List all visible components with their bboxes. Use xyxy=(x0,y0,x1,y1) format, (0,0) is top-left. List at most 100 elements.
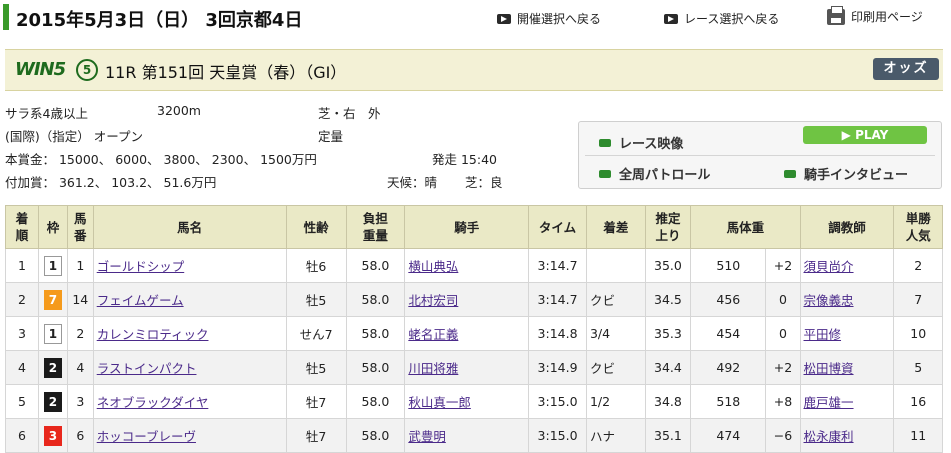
jockey-text[interactable]: 武豊明 xyxy=(408,429,446,444)
jockey-interview-link[interactable]: 騎手インタビュー xyxy=(784,164,908,183)
last-3f-text: 34.8 xyxy=(654,394,682,409)
weight-carried-text: 58.0 xyxy=(361,360,390,375)
jockey-text[interactable]: 横山典弘 xyxy=(408,259,458,274)
position-text: 4 xyxy=(18,360,26,375)
waku-cell: 7 xyxy=(38,282,68,317)
trainer-text[interactable]: 須貝尚介 xyxy=(804,259,854,274)
jockey-cell[interactable]: 蛯名正義 xyxy=(404,316,530,351)
horse-name-text[interactable]: フェイムゲーム xyxy=(97,293,184,308)
win5-leg-number: 5 xyxy=(76,59,98,81)
col-header-bodyweight: 馬体重 xyxy=(690,205,801,249)
sex-age-text: 牡5 xyxy=(305,293,327,308)
last-3f-text: 34.5 xyxy=(654,292,682,307)
jockey-cell[interactable]: 北村宏司 xyxy=(404,282,530,317)
weight-diff-text: 0 xyxy=(779,326,787,341)
trainer-text[interactable]: 鹿戸雄一 xyxy=(804,395,854,410)
arrow-icon xyxy=(664,13,678,24)
last-3f-cell: 34.8 xyxy=(644,384,692,419)
body-weight-text: 518 xyxy=(716,394,741,409)
horse-name-cell[interactable]: フェイムゲーム xyxy=(92,282,287,317)
weight-carried-text: 58.0 xyxy=(361,326,390,341)
trainer-text[interactable]: 松永康利 xyxy=(804,429,854,444)
jockey-interview-label: 騎手インタビュー xyxy=(804,168,909,183)
body-weight-text: 492 xyxy=(716,360,741,375)
margin-text: ハナ xyxy=(589,429,615,444)
patrol-video-link[interactable]: 全周パトロール xyxy=(599,164,710,183)
horse-name-text[interactable]: ネオブラックダイヤ xyxy=(97,395,209,410)
trainer-text[interactable]: 平田修 xyxy=(804,327,842,342)
trainer-cell[interactable]: 鹿戸雄一 xyxy=(799,384,895,419)
horse-name-text[interactable]: ゴールドシップ xyxy=(97,259,185,274)
body-weight-cell: 454 xyxy=(690,316,767,351)
jockey-text[interactable]: 秋山真一郎 xyxy=(408,395,471,410)
jockey-text[interactable]: 蛯名正義 xyxy=(408,327,458,342)
waku-cell: 3 xyxy=(38,418,68,453)
race-distance: 3200m xyxy=(157,103,201,118)
trainer-cell[interactable]: 須貝尚介 xyxy=(799,248,895,283)
position-text: 2 xyxy=(18,292,26,307)
page-title: 2015年5月3日（日） 3回京都4日 xyxy=(16,10,303,31)
waku-text: 3 xyxy=(43,425,62,446)
horse-name-text[interactable]: ラストインパクト xyxy=(97,361,197,376)
jockey-text[interactable]: 北村宏司 xyxy=(408,293,458,308)
sex-age-cell: 牡7 xyxy=(285,384,347,419)
weight-diff-cell: +8 xyxy=(765,384,801,419)
race-video-label: レース映像 xyxy=(619,137,684,152)
sex-age-cell: 牡6 xyxy=(285,248,347,283)
margin-text: クビ xyxy=(589,361,615,376)
weight-diff-text: +2 xyxy=(773,360,793,375)
last-3f-text: 35.3 xyxy=(654,326,682,341)
table-row: 5 2 3 ネオブラックダイヤ 牡7 58.0 秋山真一郎 3:15.0 1/2 34.8 518 +… xyxy=(4,384,943,419)
horse-name-text[interactable]: カレンミロティック xyxy=(97,327,209,342)
popularity-cell: 16 xyxy=(893,384,943,419)
weight-carried-cell: 58.0 xyxy=(345,350,406,385)
added-prize: 付加賞： 361.2、 103.2、 51.6万円 xyxy=(5,175,217,190)
back-to-meeting-link[interactable]: 開催選択へ戻る xyxy=(497,10,601,27)
table-row: 6 3 6 ホッコーブレーヴ 牡7 58.0 武豊明 3:15.0 ハナ 35.1 474 −6 松永康… xyxy=(4,418,943,453)
horse-number-cell: 1 xyxy=(66,248,94,283)
table-row: 1 1 1 ゴールドシップ 牡6 58.0 横山典弘 3:14.7 35.0 510 +2 須貝尚介 2 xyxy=(4,248,943,283)
horse-name-cell[interactable]: ネオブラックダイヤ xyxy=(92,384,287,419)
odds-button[interactable]: オッズ xyxy=(873,58,939,80)
trainer-cell[interactable]: 平田修 xyxy=(799,316,895,351)
horse-name-cell[interactable]: ゴールドシップ xyxy=(92,248,287,283)
back-to-meeting-label: 開催選択へ戻る xyxy=(517,12,602,26)
horse-number-text: 2 xyxy=(76,326,85,341)
jockey-cell[interactable]: 川田将雅 xyxy=(404,350,530,385)
horse-number-text: 14 xyxy=(72,292,89,307)
trainer-text[interactable]: 松田博資 xyxy=(804,361,854,376)
horse-name-cell[interactable]: ラストインパクト xyxy=(92,350,287,385)
table-row: 3 1 2 カレンミロティック せん7 58.0 蛯名正義 3:14.8 3/4 35.3 454 0… xyxy=(4,316,943,351)
page-header: 2015年5月3日（日） 3回京都4日 開催選択へ戻る レース選択へ戻る 印刷用… xyxy=(0,0,951,38)
jockey-cell[interactable]: 秋山真一郎 xyxy=(404,384,530,419)
table-row: 4 2 4 ラストインパクト 牡5 58.0 川田将雅 3:14.9 クビ 34.4 492 +2 松田… xyxy=(4,350,943,385)
jockey-text[interactable]: 川田将雅 xyxy=(408,361,458,376)
horse-name-cell[interactable]: カレンミロティック xyxy=(92,316,287,351)
horse-name-text[interactable]: ホッコーブレーヴ xyxy=(97,429,196,444)
margin-cell xyxy=(585,248,646,283)
print-page-link[interactable]: 印刷用ページ xyxy=(827,5,923,25)
trainer-cell[interactable]: 松永康利 xyxy=(799,418,895,453)
race-video-link[interactable]: レース映像 xyxy=(599,133,683,152)
back-to-race-link[interactable]: レース選択へ戻る xyxy=(664,10,779,27)
jockey-cell[interactable]: 武豊明 xyxy=(404,418,530,453)
race-conditions: (国際)（指定） オープン xyxy=(5,129,143,144)
weight-diff-cell: +2 xyxy=(765,248,801,283)
trainer-text[interactable]: 宗像義忠 xyxy=(804,293,854,308)
trainer-cell[interactable]: 松田博資 xyxy=(799,350,895,385)
horse-number-cell: 2 xyxy=(66,316,94,351)
weather: 天候：晴 xyxy=(387,175,438,190)
col-header-trainer: 調教師 xyxy=(799,205,895,249)
jockey-cell[interactable]: 横山典弘 xyxy=(404,248,530,283)
sex-age-text: 牡6 xyxy=(305,259,327,274)
back-to-race-label: レース選択へ戻る xyxy=(684,12,780,26)
race-title-bar: WIN5 5 11R 第151回 天皇賞（春）（GI） オッズ xyxy=(5,49,943,91)
body-weight-text: 454 xyxy=(716,326,741,341)
body-weight-cell: 474 xyxy=(690,418,767,453)
trainer-cell[interactable]: 宗像義忠 xyxy=(799,282,895,317)
horse-name-cell[interactable]: ホッコーブレーヴ xyxy=(92,418,287,453)
video-icon xyxy=(599,138,611,147)
margin-cell: クビ xyxy=(585,282,646,317)
popularity-text: 16 xyxy=(910,394,927,409)
play-button[interactable]: ▶ PLAY xyxy=(803,126,927,144)
